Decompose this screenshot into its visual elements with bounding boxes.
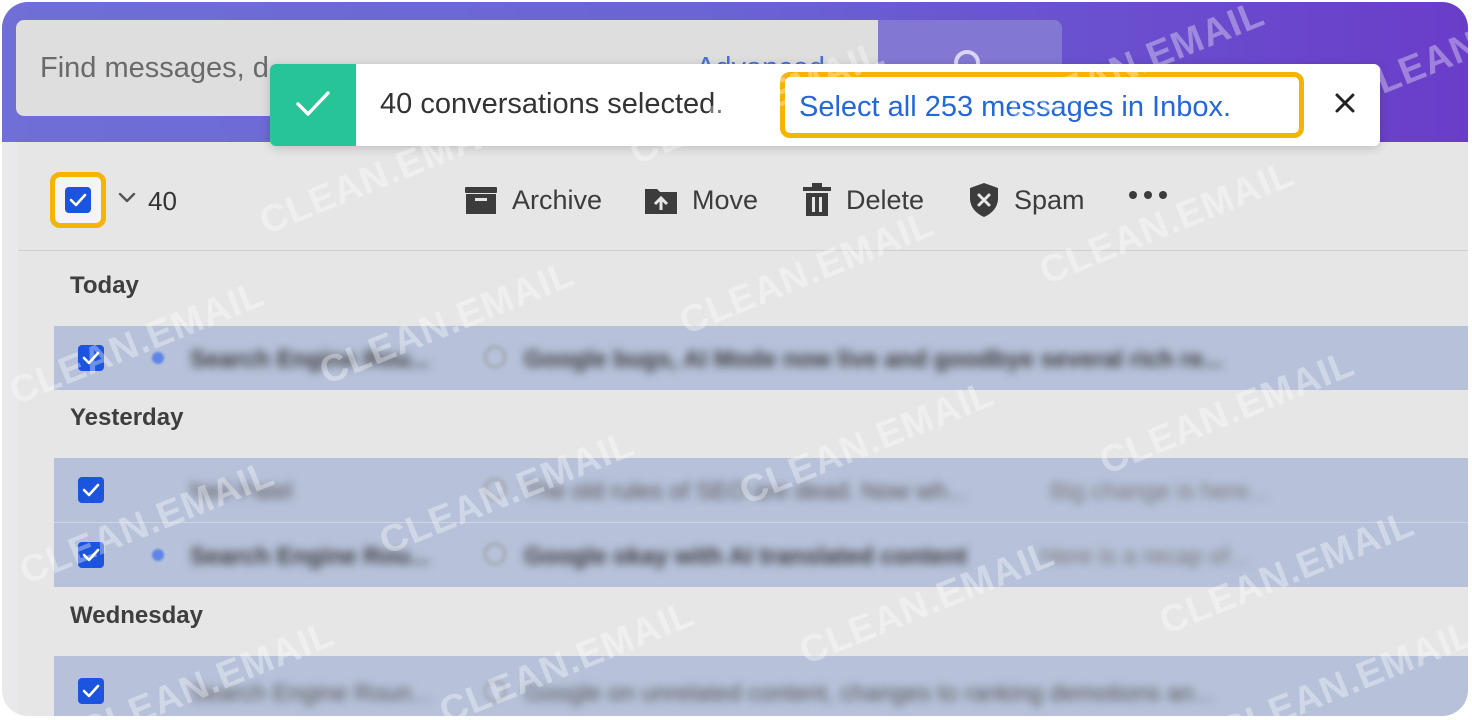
row-checkbox[interactable] xyxy=(78,542,104,568)
unread-dot xyxy=(152,549,164,561)
message-list-pane: 40 Archive Move Delete Spam Today Search… xyxy=(18,142,1468,716)
message-row[interactable]: Search Engine Rou... Google bugs, AI Mod… xyxy=(54,326,1468,390)
select-all-link-highlight: Select all 253 messages in Inbox. xyxy=(780,72,1304,138)
row-sender: Search Engine Rou... xyxy=(190,346,431,373)
row-subject: Google okay with AI translated content xyxy=(524,543,968,570)
check-icon xyxy=(82,548,100,562)
app-frame: Find messages, d Advanced 40 xyxy=(2,2,1468,716)
select-all-messages-link[interactable]: Select all 253 messages in Inbox. xyxy=(799,91,1231,124)
message-row[interactable]: Search Engine Roun... Google on unrelate… xyxy=(54,656,1468,716)
row-checkbox[interactable] xyxy=(78,678,104,704)
unread-dot xyxy=(152,352,164,364)
toast-message: 40 conversations selected. xyxy=(380,88,724,120)
row-subject: The old rules of SEO are dead. Now wh... xyxy=(524,478,967,505)
row-sender: Search Engine Rou... xyxy=(190,543,431,570)
move-button[interactable]: Move xyxy=(644,178,758,222)
row-checkbox[interactable] xyxy=(78,477,104,503)
group-header-wednesday: Wednesday xyxy=(70,602,203,629)
status-ring-icon xyxy=(484,543,506,565)
row-preview: Big change is here... xyxy=(1050,478,1269,505)
row-preview: Here is a recap of... xyxy=(1040,543,1250,570)
selected-count: 40 xyxy=(148,186,177,216)
status-ring-icon xyxy=(484,346,506,368)
check-icon xyxy=(82,684,100,698)
check-icon xyxy=(82,483,100,497)
select-all-checkbox[interactable] xyxy=(65,187,91,213)
check-icon xyxy=(82,351,100,365)
message-row[interactable]: Search Engine Rou... Google okay with AI… xyxy=(54,523,1468,587)
search-placeholder: Find messages, d xyxy=(40,52,269,84)
move-label: Move xyxy=(692,184,759,215)
archive-button[interactable]: Archive xyxy=(464,178,602,222)
folder-move-icon xyxy=(645,189,677,214)
select-all-checkbox-highlight xyxy=(50,172,106,228)
row-subject: Google bugs, AI Mode now live and goodby… xyxy=(524,346,1224,373)
selection-toast: 40 conversations selected. Select all 25… xyxy=(270,64,1380,146)
message-row[interactable]: Neil Patel The old rules of SEO are dead… xyxy=(54,458,1468,522)
toast-success-badge xyxy=(270,64,356,146)
delete-label: Delete xyxy=(846,184,925,215)
close-icon[interactable] xyxy=(1332,90,1358,116)
trash-icon xyxy=(803,183,831,216)
chevron-down-icon[interactable] xyxy=(118,192,136,204)
shield-x-icon xyxy=(970,183,998,217)
checkmark-icon xyxy=(296,91,330,116)
row-sender: Neil Patel xyxy=(190,478,293,505)
status-ring-icon xyxy=(484,478,506,500)
group-header-today: Today xyxy=(70,272,139,299)
more-options-icon[interactable] xyxy=(1128,190,1168,200)
row-subject: Google on unrelated content, changes to … xyxy=(524,680,1214,707)
spam-button[interactable]: Spam xyxy=(968,178,1085,222)
row-checkbox[interactable] xyxy=(78,345,104,371)
archive-label: Archive xyxy=(512,184,603,215)
spam-label: Spam xyxy=(1014,184,1085,215)
archive-icon xyxy=(465,187,497,214)
row-sender: Search Engine Roun... xyxy=(190,680,432,707)
delete-button[interactable]: Delete xyxy=(802,178,924,222)
group-header-yesterday: Yesterday xyxy=(70,404,184,431)
status-ring-icon xyxy=(484,680,506,702)
bulk-toolbar: 40 Archive Move Delete Spam xyxy=(18,164,1468,251)
check-icon xyxy=(69,193,87,207)
